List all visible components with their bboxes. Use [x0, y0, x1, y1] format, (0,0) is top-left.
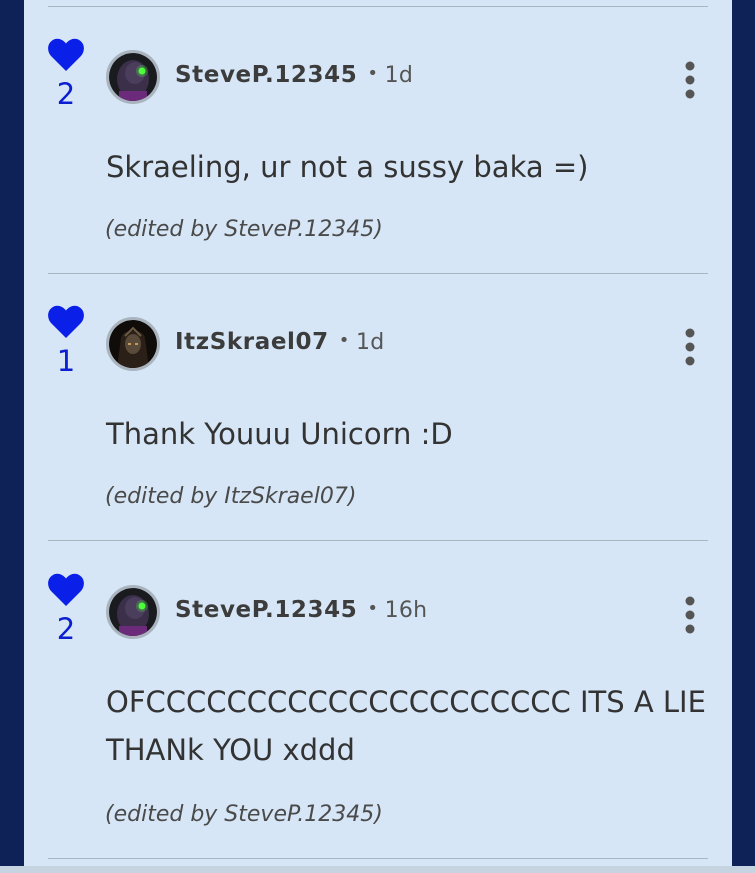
heart-icon[interactable]	[48, 305, 84, 339]
edited-note: (edited by ItzSkrael07)	[105, 484, 357, 509]
avatar[interactable]	[106, 585, 160, 639]
comment-header: SteveP.12345 • 1d	[175, 62, 413, 88]
robot-avatar-image	[109, 588, 157, 636]
comment-divider	[48, 540, 708, 541]
edited-note: (edited by SteveP.12345)	[105, 217, 383, 242]
author-name[interactable]: SteveP.12345	[175, 62, 357, 88]
author-name[interactable]: ItzSkrael07	[175, 329, 329, 355]
avatar[interactable]	[106, 317, 160, 371]
like-count: 1	[56, 344, 76, 378]
timestamp: 1d	[384, 63, 414, 88]
separator-dot: •	[367, 598, 379, 619]
author-name[interactable]: SteveP.12345	[175, 597, 357, 623]
like-count: 2	[56, 77, 76, 111]
heart-icon[interactable]	[48, 38, 84, 72]
like-button[interactable]: 1	[46, 305, 86, 376]
comment-menu-button[interactable]	[680, 60, 700, 100]
timestamp: 16h	[384, 598, 428, 623]
kebab-menu-icon[interactable]	[680, 60, 700, 100]
hooded-avatar-image	[109, 320, 157, 368]
kebab-menu-icon[interactable]	[680, 595, 700, 635]
comment-header: SteveP.12345 • 16h	[175, 597, 427, 623]
robot-avatar-image	[109, 53, 157, 101]
comment-text: OFCCCCCCCCCCCCCCCCCCCCC ITS A LIE THANk …	[106, 685, 706, 767]
kebab-menu-icon[interactable]	[680, 327, 700, 367]
timestamp: 1d	[355, 330, 385, 355]
comment-divider	[48, 273, 708, 274]
bottom-strip	[0, 866, 755, 873]
like-button[interactable]: 2	[46, 573, 86, 644]
comment-header: ItzSkrael07 • 1d	[175, 329, 385, 355]
comment-text: Skraeling, ur not a sussy baka =)	[106, 150, 589, 184]
comment-divider	[48, 858, 708, 859]
comment-menu-button[interactable]	[680, 595, 700, 635]
edited-note: (edited by SteveP.12345)	[105, 802, 383, 827]
like-button[interactable]: 2	[46, 38, 86, 109]
like-count: 2	[56, 612, 76, 646]
comment-divider	[48, 6, 708, 7]
separator-dot: •	[338, 330, 350, 351]
heart-icon[interactable]	[48, 573, 84, 607]
comment-menu-button[interactable]	[680, 327, 700, 367]
comment-text: Thank Youuu Unicorn :D	[106, 417, 453, 451]
avatar[interactable]	[106, 50, 160, 104]
separator-dot: •	[367, 63, 379, 84]
